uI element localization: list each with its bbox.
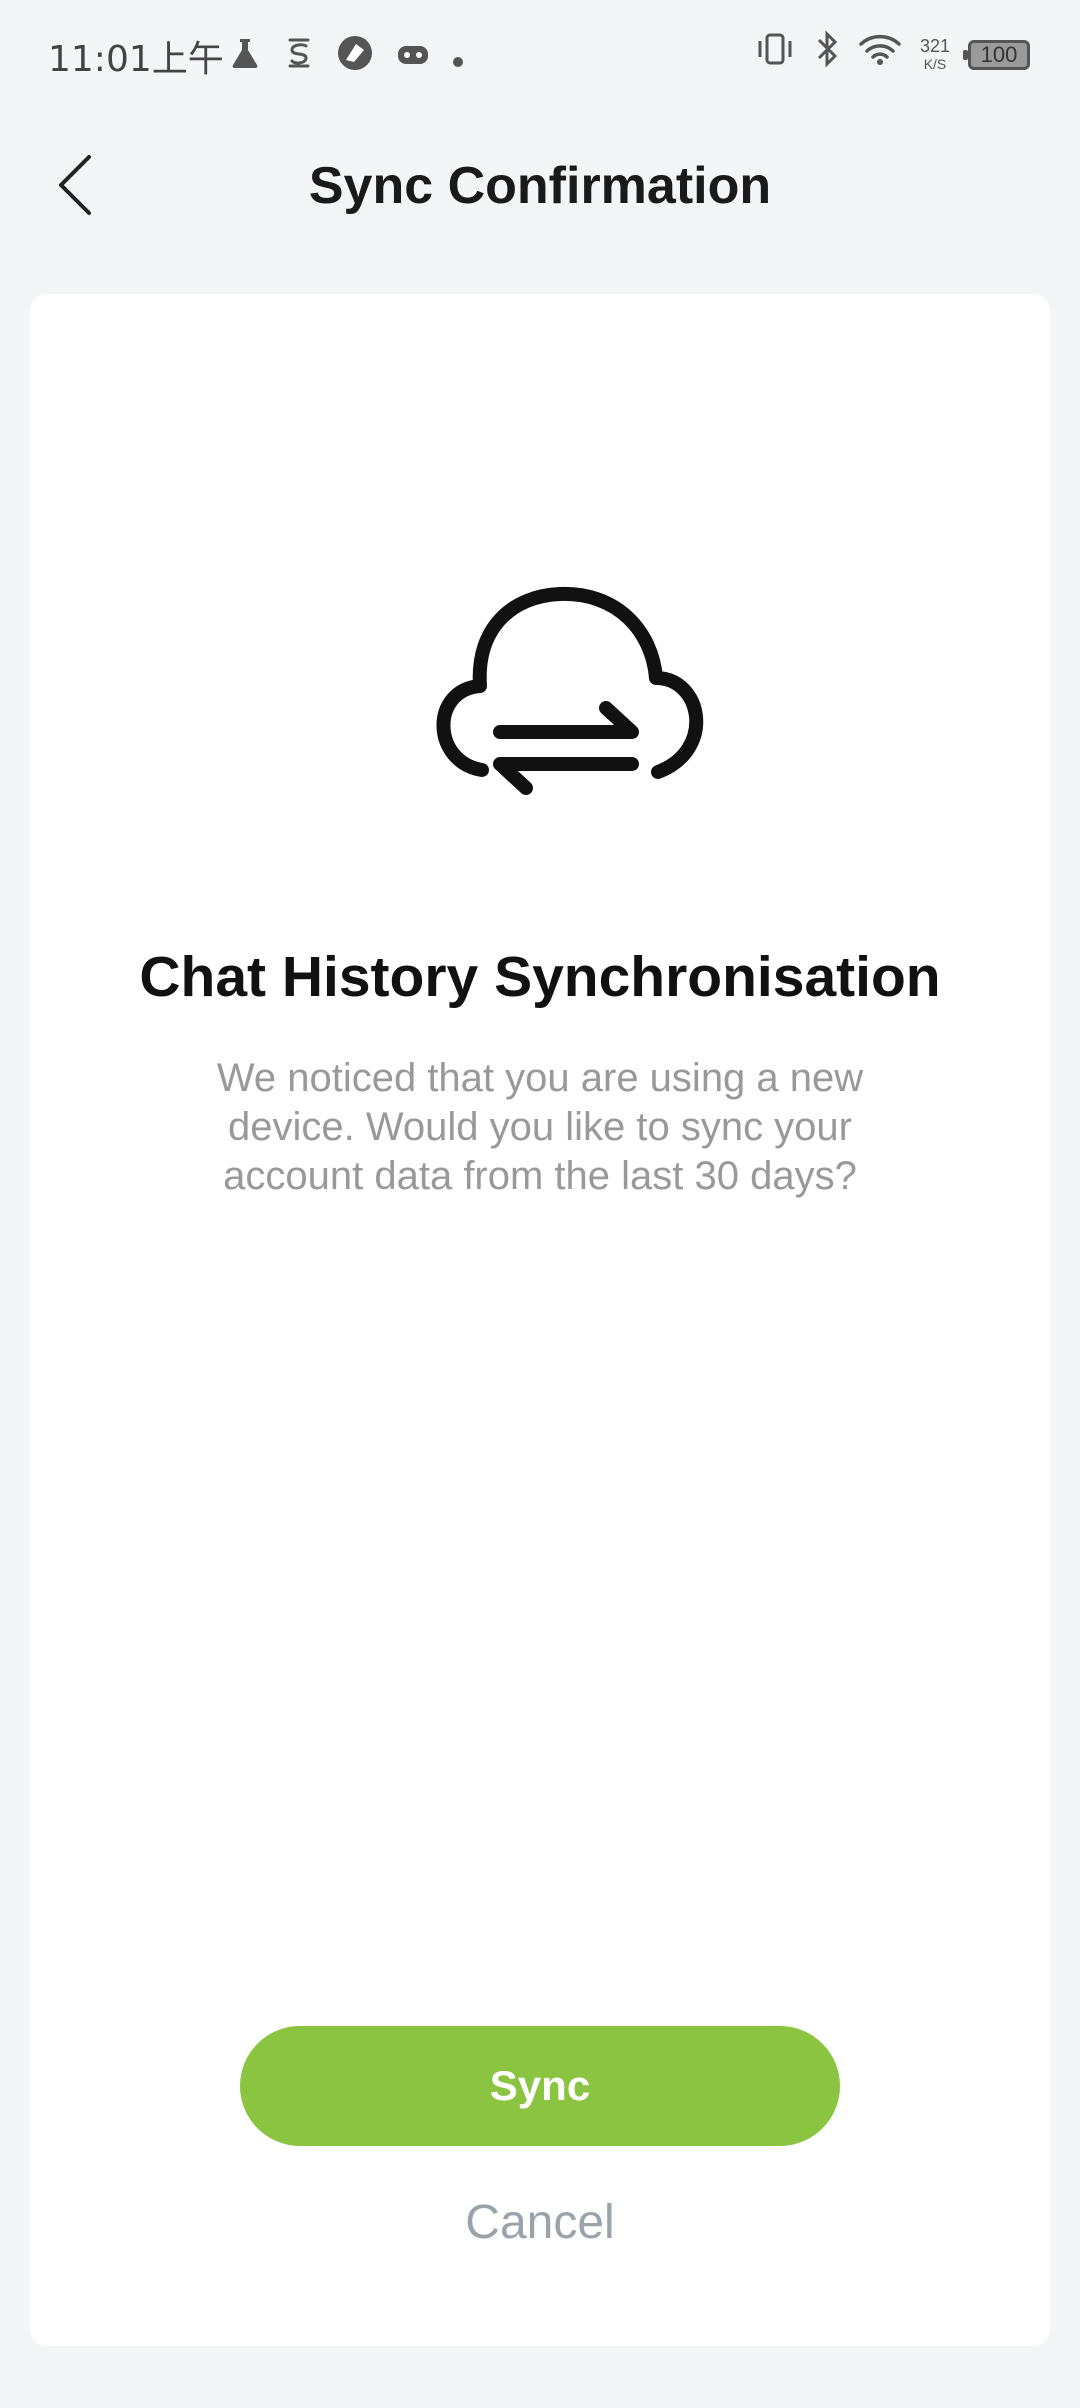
sync-card: Chat History Synchronisation We noticed … bbox=[30, 294, 1050, 2346]
battery-icon: 100 bbox=[963, 39, 1030, 70]
status-bar: 11:01上午 321 K/S 100 bbox=[0, 0, 1080, 110]
net-speed-value: 321 bbox=[919, 35, 950, 56]
wifi-icon bbox=[858, 32, 902, 77]
page-title: Sync Confirmation bbox=[308, 157, 772, 215]
cloud-sync-icon bbox=[436, 586, 704, 795]
status-time: 11:01上午 bbox=[48, 39, 224, 80]
status-left-icons bbox=[228, 34, 464, 83]
browser-icon bbox=[336, 34, 374, 83]
net-speed-unit: K/S bbox=[923, 55, 947, 72]
sync-description: We noticed that you are using a new devi… bbox=[216, 1056, 864, 1198]
header: Sync Confirmation bbox=[0, 130, 1080, 240]
bluetooth-icon bbox=[814, 30, 840, 79]
flask-icon bbox=[228, 36, 262, 81]
s-icon bbox=[284, 36, 314, 81]
battery-level: 100 bbox=[980, 41, 1018, 67]
vibrate-icon bbox=[754, 31, 796, 78]
dot-icon bbox=[452, 39, 464, 79]
net-speed: 321 K/S bbox=[920, 37, 950, 73]
cancel-button[interactable]: Cancel bbox=[340, 2182, 740, 2262]
status-right-icons: 321 K/S 100 bbox=[754, 30, 1030, 79]
gamepad-icon bbox=[396, 39, 430, 79]
sync-button[interactable]: Sync bbox=[240, 2026, 840, 2146]
sync-heading: Chat History Synchronisation bbox=[139, 945, 941, 1009]
